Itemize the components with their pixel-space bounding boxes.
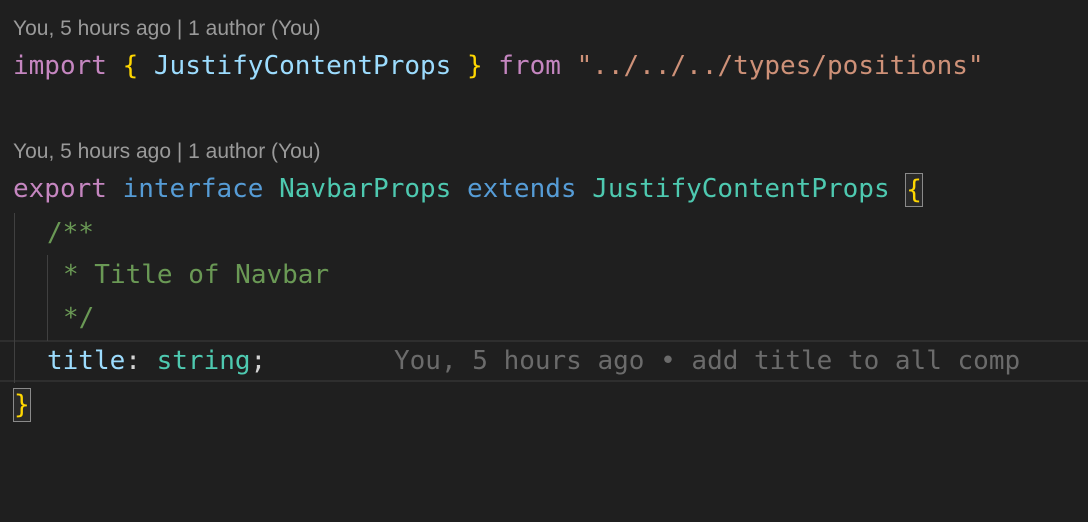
indent-guide-outer — [14, 213, 15, 383]
import-path-string: "../../../types/positions" — [576, 51, 984, 81]
comment-open-text: /** — [47, 218, 94, 248]
keyword-import: import — [13, 51, 107, 81]
code-line-import[interactable]: import { JustifyContentProps } from "../… — [13, 45, 984, 87]
matched-bracket-close: } — [13, 387, 31, 422]
property-type: string — [156, 346, 251, 376]
keyword-extends: extends — [466, 174, 577, 204]
matched-bracket-open: { — [905, 172, 923, 207]
code-editor[interactable]: You, 5 hours ago | 1 author (You) import… — [0, 0, 1088, 522]
indent-guide-comment — [47, 255, 48, 341]
codelens-blame[interactable]: You, 5 hours ago | 1 author (You) — [13, 139, 320, 165]
keyword-interface: interface — [122, 174, 264, 204]
comment-close[interactable]: */ — [63, 297, 94, 339]
brace-close: } — [466, 51, 483, 81]
property-semicolon: ; — [250, 346, 267, 376]
keyword-export: export — [13, 174, 107, 204]
property-colon: : — [125, 346, 141, 376]
comment-body[interactable]: * Title of Navbar — [63, 254, 329, 296]
code-line-property[interactable]: title: string; — [47, 340, 266, 382]
comment-close-text: */ — [63, 303, 95, 333]
inline-blame-text: You, 5 hours ago • add title to all comp — [394, 346, 1021, 376]
base-type-name: JustifyContentProps — [592, 174, 890, 204]
interface-name: NavbarProps — [279, 174, 452, 204]
comment-open[interactable]: /** — [47, 212, 94, 254]
inline-blame-annotation: You, 5 hours ago • add title to all comp — [394, 340, 1020, 382]
imported-name: JustifyContentProps — [153, 51, 452, 81]
codelens-blame[interactable]: You, 5 hours ago | 1 author (You) — [13, 16, 320, 42]
code-line-closing-brace[interactable]: } — [13, 383, 31, 425]
comment-body-text: * Title of Navbar — [63, 260, 330, 290]
property-name: title — [47, 346, 126, 376]
code-line-interface[interactable]: export interface NavbarProps extends Jus… — [13, 168, 923, 210]
keyword-from: from — [498, 51, 561, 81]
brace-open: { — [122, 51, 139, 81]
